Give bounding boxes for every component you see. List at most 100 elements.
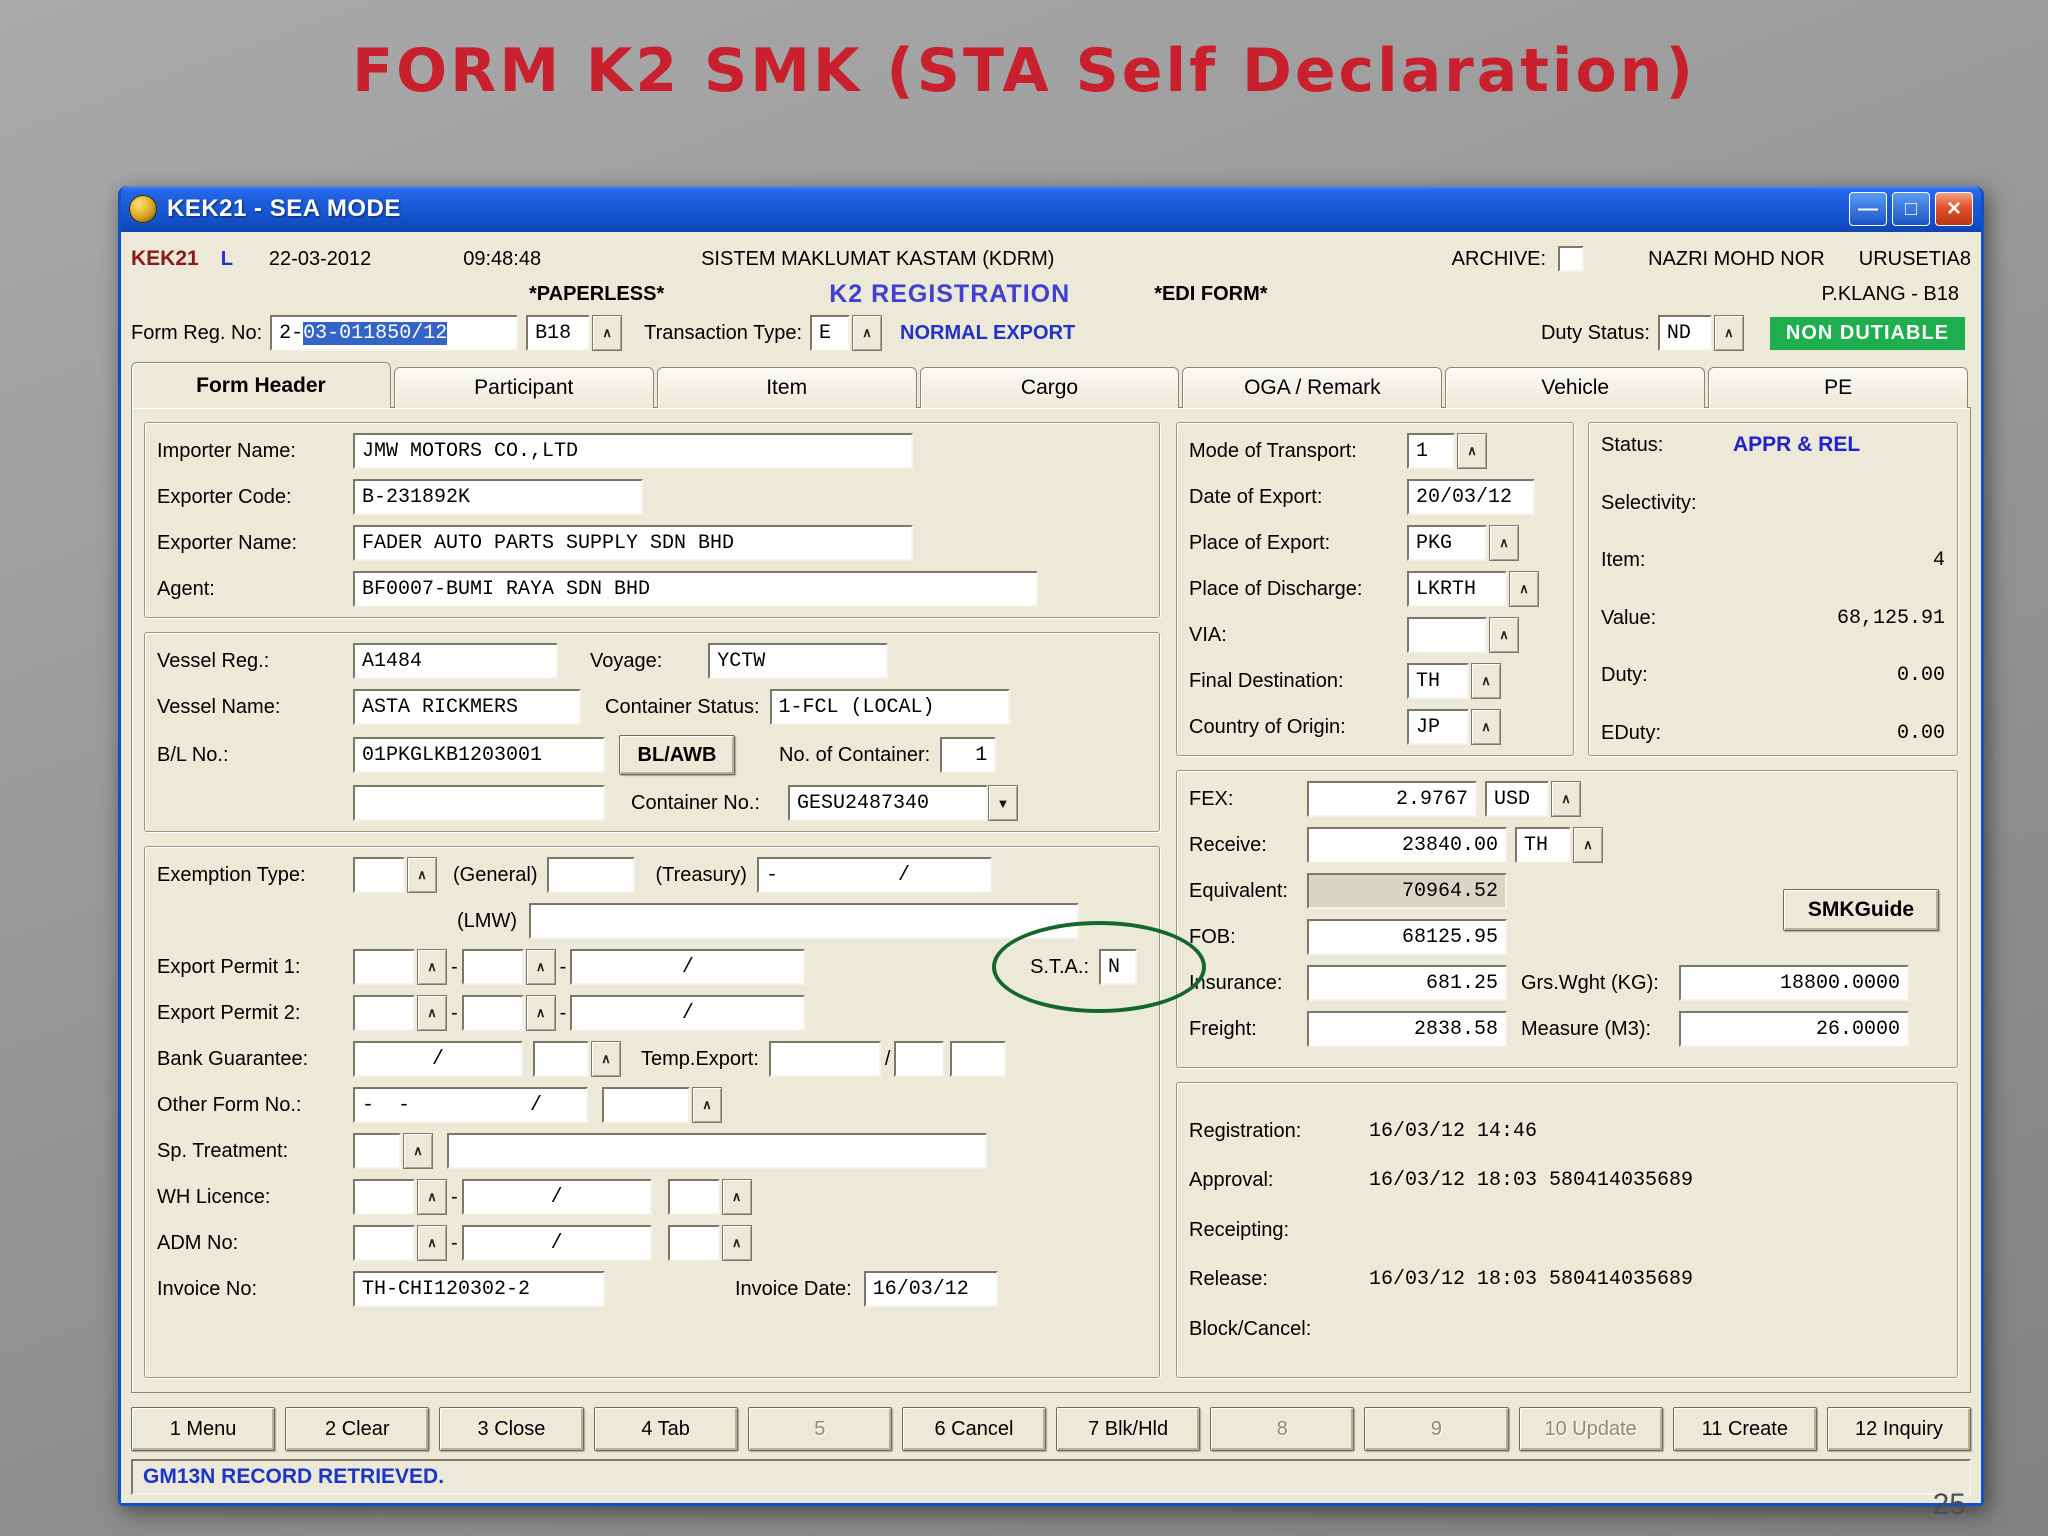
export-permit-1-field-a[interactable] bbox=[353, 949, 415, 985]
transaction-type-dropdown-button[interactable]: ∧ bbox=[852, 315, 883, 351]
insurance-field[interactable]: 681.25 bbox=[1307, 965, 1507, 1001]
other-form-code-field[interactable] bbox=[602, 1087, 690, 1123]
mode-of-transport-field[interactable]: 1 bbox=[1407, 433, 1455, 469]
adm-no-dropdown-a[interactable]: ∧ bbox=[417, 1225, 447, 1261]
fkey-6-cancel[interactable]: 6 Cancel bbox=[901, 1407, 1047, 1451]
country-of-origin-field[interactable]: JP bbox=[1407, 709, 1469, 745]
smkguide-button[interactable]: SMKGuide bbox=[1783, 889, 1939, 931]
sta-field[interactable]: N bbox=[1099, 949, 1137, 985]
duty-status-dropdown-button[interactable]: ∧ bbox=[1713, 315, 1744, 351]
adm-no-field-c[interactable] bbox=[667, 1225, 720, 1261]
other-form-field[interactable]: - - / bbox=[353, 1087, 588, 1123]
vessel-reg-field[interactable]: A1484 bbox=[353, 643, 558, 679]
freight-field[interactable]: 2838.58 bbox=[1307, 1011, 1507, 1047]
container-no-dropdown-icon[interactable]: ▼ bbox=[987, 785, 1018, 821]
temp-export-field-b[interactable] bbox=[894, 1041, 945, 1077]
adm-no-dropdown-b[interactable]: ∧ bbox=[721, 1225, 752, 1261]
lmw-field[interactable] bbox=[528, 903, 1079, 939]
exemption-type-field[interactable] bbox=[353, 857, 405, 893]
place-of-discharge-dropdown[interactable]: ∧ bbox=[1509, 571, 1539, 607]
other-form-dropdown[interactable]: ∧ bbox=[692, 1087, 722, 1123]
exemption-type-dropdown-button[interactable]: ∧ bbox=[407, 857, 437, 893]
fkey-1-menu[interactable]: 1 Menu bbox=[131, 1407, 276, 1451]
sp-treatment-field[interactable] bbox=[353, 1133, 401, 1169]
export-permit-1-dropdown-b[interactable]: ∧ bbox=[525, 949, 556, 985]
invoice-no-field[interactable]: TH-CHI120302-2 bbox=[353, 1271, 605, 1307]
equivalent-field[interactable]: 70964.52 bbox=[1307, 873, 1507, 909]
fkey-4-tab[interactable]: 4 Tab bbox=[593, 1407, 738, 1451]
wh-licence-field-b[interactable]: / bbox=[461, 1179, 652, 1215]
no-of-container-field[interactable]: 1 bbox=[940, 737, 997, 773]
form-reg-field[interactable]: 2- 03-011850/12 bbox=[270, 315, 519, 351]
grs-wght-field[interactable]: 18800.0000 bbox=[1679, 965, 1909, 1001]
sp-treatment-dropdown[interactable]: ∧ bbox=[403, 1133, 433, 1169]
fex-currency-dropdown[interactable]: ∧ bbox=[1551, 781, 1581, 817]
duty-status-field[interactable]: ND bbox=[1657, 315, 1712, 351]
container-no-field[interactable]: GESU2487340 bbox=[787, 785, 988, 821]
via-dropdown[interactable]: ∧ bbox=[1489, 617, 1519, 653]
export-permit-2-field-a[interactable] bbox=[353, 995, 415, 1031]
sp-treatment-desc-field[interactable] bbox=[447, 1133, 987, 1169]
bank-guarantee-code-field[interactable] bbox=[533, 1041, 589, 1077]
close-button[interactable]: × bbox=[1935, 192, 1973, 226]
tab-vehicle[interactable]: Vehicle bbox=[1445, 367, 1706, 408]
tab-item[interactable]: Item bbox=[656, 367, 917, 408]
tab-form-header[interactable]: Form Header bbox=[131, 362, 391, 408]
treasury-field[interactable]: - / bbox=[756, 857, 992, 893]
via-field[interactable] bbox=[1407, 617, 1487, 653]
importer-name-field[interactable]: JMW MOTORS CO.,LTD bbox=[353, 433, 913, 469]
wh-licence-dropdown-a[interactable]: ∧ bbox=[417, 1179, 447, 1215]
adm-no-field-a[interactable] bbox=[353, 1225, 415, 1261]
tab-cargo[interactable]: Cargo bbox=[919, 367, 1180, 408]
place-of-discharge-field[interactable]: LKRTH bbox=[1407, 571, 1507, 607]
fkey-2-clear[interactable]: 2 Clear bbox=[285, 1407, 430, 1451]
temp-export-field-c[interactable] bbox=[950, 1041, 1007, 1077]
export-permit-2-dropdown-b[interactable]: ∧ bbox=[525, 995, 556, 1031]
tab-participant[interactable]: Participant bbox=[393, 367, 654, 408]
receive-field[interactable]: 23840.00 bbox=[1307, 827, 1507, 863]
export-permit-1-field-c[interactable]: / bbox=[570, 949, 806, 985]
exporter-code-field[interactable]: B-231892K bbox=[353, 479, 643, 515]
fkey-7-blk-hld[interactable]: 7 Blk/Hld bbox=[1056, 1407, 1201, 1451]
titlebar[interactable]: KEK21 - SEA MODE — □ × bbox=[121, 186, 1981, 232]
bank-guarantee-dropdown[interactable]: ∧ bbox=[591, 1041, 621, 1077]
branch-code-dropdown-button[interactable]: ∧ bbox=[592, 315, 623, 351]
export-permit-2-dropdown-a[interactable]: ∧ bbox=[417, 995, 447, 1031]
vessel-name-field[interactable]: ASTA RICKMERS bbox=[353, 689, 581, 725]
branch-code-field[interactable]: B18 bbox=[526, 315, 591, 351]
bank-guarantee-field[interactable]: / bbox=[353, 1041, 523, 1077]
agent-field[interactable]: BF0007-BUMI RAYA SDN BHD bbox=[353, 571, 1038, 607]
date-of-export-field[interactable]: 20/03/12 bbox=[1407, 479, 1535, 515]
final-destination-field[interactable]: TH bbox=[1407, 663, 1469, 699]
container-status-field[interactable]: 1-FCL (LOCAL) bbox=[769, 689, 1010, 725]
tab-oga-remark[interactable]: OGA / Remark bbox=[1182, 367, 1443, 408]
fkey-12-inquiry[interactable]: 12 Inquiry bbox=[1826, 1407, 1972, 1451]
mode-of-transport-dropdown[interactable]: ∧ bbox=[1457, 433, 1487, 469]
export-permit-2-field-c[interactable]: / bbox=[570, 995, 806, 1031]
maximize-button[interactable]: □ bbox=[1892, 192, 1930, 226]
export-permit-2-field-b[interactable] bbox=[461, 995, 524, 1031]
adm-no-field-b[interactable]: / bbox=[461, 1225, 652, 1261]
export-permit-1-field-b[interactable] bbox=[461, 949, 524, 985]
bl-awb-button[interactable]: BL/AWB bbox=[619, 735, 735, 775]
fex-currency-field[interactable]: USD bbox=[1485, 781, 1549, 817]
fex-field[interactable]: 2.9767 bbox=[1307, 781, 1477, 817]
fkey-11-create[interactable]: 11 Create bbox=[1672, 1407, 1817, 1451]
wh-licence-field-c[interactable] bbox=[667, 1179, 720, 1215]
general-field[interactable] bbox=[547, 857, 636, 893]
fkey-3-close[interactable]: 3 Close bbox=[439, 1407, 584, 1451]
bl-no-2-field[interactable] bbox=[353, 785, 605, 821]
voyage-field[interactable]: YCTW bbox=[708, 643, 889, 679]
place-of-export-dropdown[interactable]: ∧ bbox=[1489, 525, 1519, 561]
wh-licence-dropdown-b[interactable]: ∧ bbox=[721, 1179, 752, 1215]
place-of-export-field[interactable]: PKG bbox=[1407, 525, 1487, 561]
minimize-button[interactable]: — bbox=[1849, 192, 1887, 226]
exporter-name-field[interactable]: FADER AUTO PARTS SUPPLY SDN BHD bbox=[353, 525, 913, 561]
measure-field[interactable]: 26.0000 bbox=[1679, 1011, 1909, 1047]
final-destination-dropdown[interactable]: ∧ bbox=[1471, 663, 1501, 699]
export-permit-1-dropdown-a[interactable]: ∧ bbox=[417, 949, 447, 985]
invoice-date-field[interactable]: 16/03/12 bbox=[863, 1271, 998, 1307]
temp-export-field-a[interactable] bbox=[768, 1041, 881, 1077]
fob-field[interactable]: 68125.95 bbox=[1307, 919, 1507, 955]
archive-checkbox[interactable] bbox=[1558, 246, 1585, 272]
